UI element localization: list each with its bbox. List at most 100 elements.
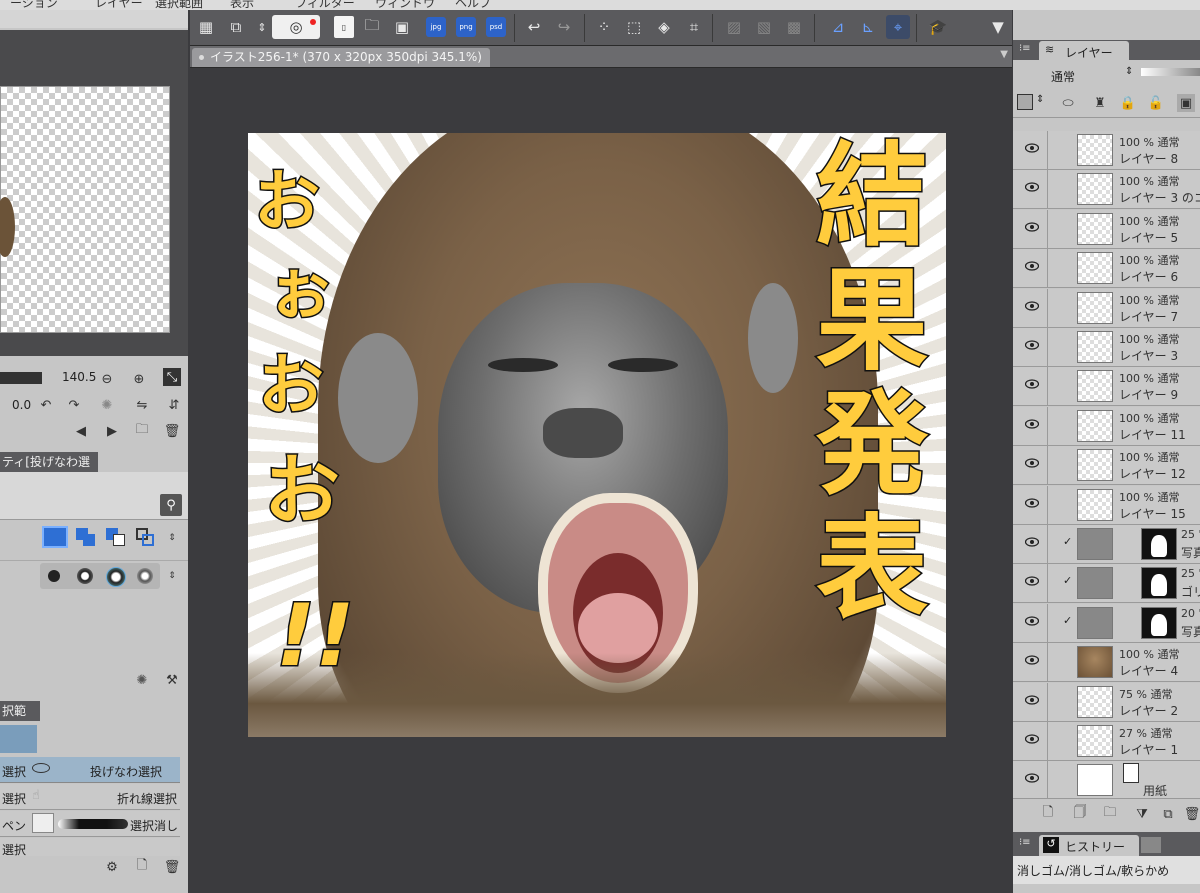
delete-layer-icon[interactable]: 🗑 [1183,805,1200,823]
rotate-right-icon[interactable]: ↷ [65,396,83,414]
visibility-eye-icon[interactable] [1024,261,1040,271]
clear-icon[interactable]: ▨ [722,15,746,39]
document-tab[interactable]: イラスト256-1* (370 x 320px 350dpi 345.1%) [192,48,490,67]
export-jpg-icon[interactable]: jpg [426,17,446,37]
settings-gear-icon[interactable]: ✺ [133,671,151,689]
crop-icon[interactable]: ▩ [782,15,806,39]
zoom-slider[interactable] [0,372,42,384]
clip-studio-icon[interactable]: ◎ [272,15,320,39]
layer-row[interactable]: 75 % 通常 レイヤー 2 [1013,682,1200,722]
layer-row[interactable]: 用紙 [1013,761,1200,801]
lock-transparent-icon[interactable]: 🔓 [1147,94,1165,112]
layer-row[interactable]: 100 % 通常レイヤー 3 のコピ [1013,170,1200,210]
reference-icon[interactable]: ♜ [1091,94,1109,112]
zoom-in-icon[interactable]: ⊕ [130,370,148,388]
add-selection-button[interactable] [74,526,98,548]
tab-menu-icon[interactable]: ▼ [1000,49,1008,60]
tool-settings-icon[interactable]: ⚒ [163,671,181,689]
visibility-eye-icon[interactable] [1024,497,1040,508]
ruler-snap-icon[interactable]: ⊾ [856,15,880,39]
new-vector-layer-icon[interactable]: 🗍 [1071,805,1089,823]
visibility-eye-icon[interactable] [1024,616,1040,626]
clip-icon[interactable]: ⬭ [1059,94,1077,112]
expression-color-icon[interactable] [1017,94,1033,110]
subtool-item-lasso[interactable]: 選択 投げなわ選択 [0,757,180,783]
new-subtool-icon[interactable]: 🗋 [133,858,151,876]
visibility-eye-icon[interactable] [1024,419,1040,429]
layer-row[interactable]: 100 % 通常 レイヤー 11 [1013,406,1200,446]
visibility-eye-icon[interactable] [1024,379,1040,389]
antialias-none-button[interactable] [48,570,60,582]
layer-row[interactable]: 100 % 通常 レイヤー 12 [1013,446,1200,486]
flip-horizontal-icon[interactable]: ⇋ [133,396,151,414]
layer-select-icon[interactable]: ⧉ [224,15,248,39]
export-psd-icon[interactable]: psd [486,17,506,37]
reset-rotation-icon[interactable]: ✺ [98,396,116,414]
layer-row[interactable]: 27 % 通常 レイヤー 1 [1013,722,1200,761]
visibility-eye-icon[interactable] [1024,458,1040,468]
flip-vertical-icon[interactable]: ⇵ [165,396,183,414]
prev-icon[interactable]: ◀ [72,422,90,440]
fit-icon[interactable]: ⤡ [163,368,181,386]
intersect-selection-button[interactable] [134,526,158,548]
navigator-preview[interactable] [0,86,170,333]
tool-property-tab[interactable]: ティ[投げなわ選択] [0,452,98,489]
next-icon[interactable]: ▶ [103,422,121,440]
export-png-icon[interactable]: png [456,17,476,37]
visibility-eye-icon[interactable] [1024,143,1040,153]
history-tab[interactable]: ↺ ヒストリー [1039,835,1139,856]
rotate-left-icon[interactable]: ↶ [37,396,55,414]
mask-link-check-icon[interactable]: ✓ [1063,574,1072,587]
secondary-tab[interactable] [1141,837,1161,853]
grid-snap-icon[interactable]: ⌖ [886,15,910,39]
undo-icon[interactable]: ↩ [522,15,546,39]
mask-link-check-icon[interactable]: ✓ [1063,614,1072,627]
subtool-item-polyline[interactable]: 選択 ☝ 折れ線選択 [0,784,180,810]
layer-row[interactable]: 100 % 通常 レイヤー 15 [1013,485,1200,525]
delete-subtool-icon[interactable]: 🗑 [163,858,181,876]
panel-menu-icon[interactable]: ⁝≡ [1019,43,1031,54]
antialias-strong-button[interactable] [137,568,153,584]
wrench-icon[interactable]: ⚲ [160,494,182,516]
subtract-selection-button[interactable] [104,526,128,548]
redo-icon[interactable]: ↪ [552,15,576,39]
stepper-icon[interactable]: ⇕ [163,529,181,547]
layer-row[interactable]: 100 % 通常 レイヤー 4 [1013,643,1200,683]
new-file-icon[interactable]: ▯ [334,16,354,38]
layer-row[interactable]: ✓ 20 ' 写真 [1013,603,1200,643]
layer-tab[interactable]: ≋ レイヤー [1039,41,1129,60]
subtool-item-erase-selection[interactable]: ペン 選択消し [0,811,180,837]
transform-icon[interactable]: ⌗ [682,15,706,39]
subtool-group-selected[interactable] [0,725,37,753]
visibility-eye-icon[interactable] [1024,694,1040,705]
visibility-eye-icon[interactable] [1024,340,1040,350]
new-folder-icon[interactable]: 🗀 [1101,805,1119,823]
toolbar-menu-icon[interactable]: ▼ [986,15,1010,39]
menu-item-animation[interactable]: ーション [10,0,58,10]
menu-item-filter[interactable]: フィルター [295,0,355,10]
ruler-icon[interactable]: ⊿ [826,15,850,39]
stepper-icon[interactable]: ⇕ [1036,94,1044,105]
visibility-eye-icon[interactable] [1024,734,1040,744]
layer-row[interactable]: 100 % 通常 レイヤー 9 [1013,367,1200,407]
zoom-out-icon[interactable]: ⊖ [98,370,116,388]
duplicate-layer-icon[interactable]: ⧉ [1159,805,1177,823]
trash-icon[interactable]: 🗑 [163,422,181,440]
subtool-settings-icon[interactable]: ⚙ [103,858,121,876]
visibility-eye-icon[interactable] [1024,222,1040,232]
visibility-eye-icon[interactable] [1024,655,1040,665]
fill-icon[interactable]: ◈ [652,15,676,39]
menu-item-view[interactable]: 表示 [230,0,254,10]
layer-row[interactable]: ✓ 25 ' 写真 [1013,525,1200,564]
artwork-canvas[interactable]: お ぉ お お !! 結 果 発 表 [248,133,946,737]
layer-row[interactable]: 100 % 通常 レイヤー 7 [1013,288,1200,328]
menu-item-help[interactable]: ヘルプ [455,0,491,10]
history-entry[interactable]: 消しゴム/消しゴム/軟らかめ [1017,862,1169,879]
layer-row[interactable]: ✓ 25 ' ゴリ [1013,564,1200,604]
new-raster-layer-icon[interactable]: 🗋 [1039,805,1057,823]
visibility-eye-icon[interactable] [1024,773,1040,783]
lock-icon[interactable]: 🔒 [1119,94,1137,112]
mask-link-check-icon[interactable]: ✓ [1063,535,1072,548]
grid-icon[interactable]: ▦ [194,15,218,39]
stepper-icon[interactable]: ⇕ [250,15,274,39]
